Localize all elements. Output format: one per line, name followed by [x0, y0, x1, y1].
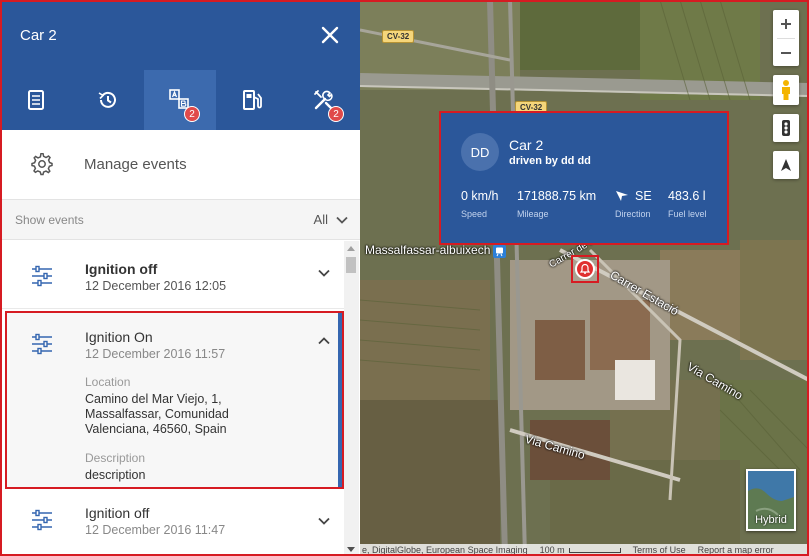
- sliders-icon: [32, 333, 52, 355]
- mileage-value: 171888.75 km: [517, 189, 597, 203]
- speed-stat: 0 km/h Speed: [461, 189, 499, 219]
- events-list: Ignition off 12 December 2016 12:05 Igni…: [0, 241, 344, 556]
- direction-arrow-icon: [616, 191, 628, 201]
- direction-stat: SE Direction: [615, 189, 652, 219]
- direction-label: Direction: [615, 209, 651, 219]
- plus-icon: [781, 19, 791, 29]
- zoom-in-button[interactable]: [773, 10, 799, 38]
- location-label: Location: [85, 375, 131, 389]
- vehicle-marker[interactable]: [571, 255, 599, 283]
- zoom-out-button[interactable]: [773, 39, 799, 67]
- chevron-down-icon[interactable]: [318, 517, 330, 525]
- scroll-thumb[interactable]: [346, 257, 356, 273]
- mileage-label: Mileage: [517, 209, 549, 219]
- terms-link[interactable]: Terms of Use: [633, 545, 686, 555]
- list-item[interactable]: Ignition off 12 December 2016 12:05: [0, 241, 344, 309]
- panel-header: Car 2: [0, 0, 360, 70]
- events-badge: 2: [184, 106, 200, 122]
- vehicle-name: Car 2: [509, 137, 544, 153]
- speed-value: 0 km/h: [461, 189, 499, 203]
- event-title: Ignition off: [85, 505, 150, 521]
- sliders-icon: [32, 509, 52, 531]
- tab-service[interactable]: 2: [288, 70, 360, 130]
- chevron-down-icon: [336, 216, 348, 224]
- mileage-stat: 171888.75 km Mileage: [517, 189, 596, 219]
- list-item-expanded[interactable]: Ignition On 12 December 2016 11:57 Locat…: [5, 311, 344, 489]
- description-value: description: [85, 468, 146, 482]
- event-time: 12 December 2016 12:05: [85, 279, 227, 293]
- tab-details[interactable]: [0, 70, 72, 130]
- street-view-button[interactable]: [773, 75, 799, 105]
- manage-events-button[interactable]: Manage events: [0, 130, 360, 200]
- map-label-station: Massalfassar-albuixech: [365, 243, 491, 257]
- road-shield: CV-32: [382, 30, 415, 43]
- panel-tabs: 2 2: [0, 70, 360, 130]
- alarm-bell-icon: [579, 263, 591, 274]
- list-item[interactable]: Ignition off 12 December 2016 11:47: [0, 489, 344, 556]
- map-type-hybrid-button[interactable]: Hybrid: [746, 469, 796, 531]
- close-button[interactable]: [318, 23, 342, 47]
- chevron-up-icon[interactable]: [318, 337, 330, 345]
- avatar: DD: [461, 133, 499, 171]
- events-scrollbar[interactable]: [344, 241, 359, 556]
- events-filter-dropdown[interactable]: All: [314, 212, 348, 227]
- traffic-button[interactable]: [773, 114, 799, 142]
- scale-bar: [568, 547, 621, 553]
- description-label: Description: [85, 451, 146, 465]
- report-error-link[interactable]: Report a map error: [698, 545, 774, 555]
- history-icon: [98, 91, 116, 108]
- driver-name: driven by dd dd: [509, 155, 591, 167]
- gear-icon: [31, 152, 53, 175]
- fuel-value: 483.6 l: [668, 189, 706, 203]
- service-badge: 2: [328, 106, 344, 122]
- tab-history[interactable]: [72, 70, 144, 130]
- manage-events-label: Manage events: [84, 156, 187, 173]
- map-attribution: e, DigitalGlobe, European Space Imaging …: [360, 544, 809, 556]
- selected-accent-bar: [338, 313, 342, 487]
- show-events-label: Show events: [15, 212, 84, 227]
- vehicle-marker-pin: [575, 259, 595, 279]
- locate-button[interactable]: [773, 151, 799, 179]
- show-events-bar: Show events All: [0, 200, 360, 240]
- event-title: Ignition off: [85, 261, 158, 277]
- fuel-stat: 483.6 l Fuel level: [668, 189, 707, 219]
- imagery-credit: e, DigitalGlobe, European Space Imaging: [362, 545, 528, 555]
- close-icon: [321, 26, 339, 44]
- document-icon: [28, 90, 44, 110]
- map-type-label: Hybrid: [755, 514, 787, 526]
- event-time: 12 December 2016 11:57: [85, 347, 226, 361]
- tab-fuel[interactable]: [216, 70, 288, 130]
- vehicle-info-card[interactable]: DD Car 2 driven by dd dd 0 km/h Speed 17…: [439, 111, 729, 245]
- scroll-down-arrow[interactable]: [347, 547, 355, 552]
- speed-label: Speed: [461, 209, 488, 219]
- scale-label: 100 m: [539, 545, 565, 555]
- direction-value: SE: [635, 189, 652, 203]
- zoom-control: [773, 10, 799, 66]
- event-time: 12 December 2016 11:47: [85, 523, 226, 537]
- fuel-label: Fuel level: [668, 209, 707, 219]
- event-title: Ignition On: [85, 329, 153, 345]
- train-station-icon: [493, 245, 506, 258]
- chevron-down-icon[interactable]: [318, 269, 330, 277]
- fuel-icon: [243, 90, 262, 110]
- minus-icon: [781, 52, 791, 54]
- filter-value: All: [313, 212, 328, 227]
- sliders-icon: [32, 265, 52, 287]
- pegman-icon: [782, 80, 790, 100]
- scroll-up-arrow[interactable]: [347, 246, 355, 251]
- map-view[interactable]: CV-32 CV-32 Massalfassar-albuixech Carre…: [360, 0, 809, 556]
- navigation-arrow-icon: [781, 159, 791, 171]
- tab-events[interactable]: 2: [144, 70, 216, 130]
- panel-title: Car 2: [20, 26, 57, 44]
- location-value: Camino del Mar Viejo, 1, Massalfassar, C…: [85, 392, 229, 436]
- traffic-light-icon: [782, 120, 790, 136]
- map-scale: 100 m: [540, 545, 621, 555]
